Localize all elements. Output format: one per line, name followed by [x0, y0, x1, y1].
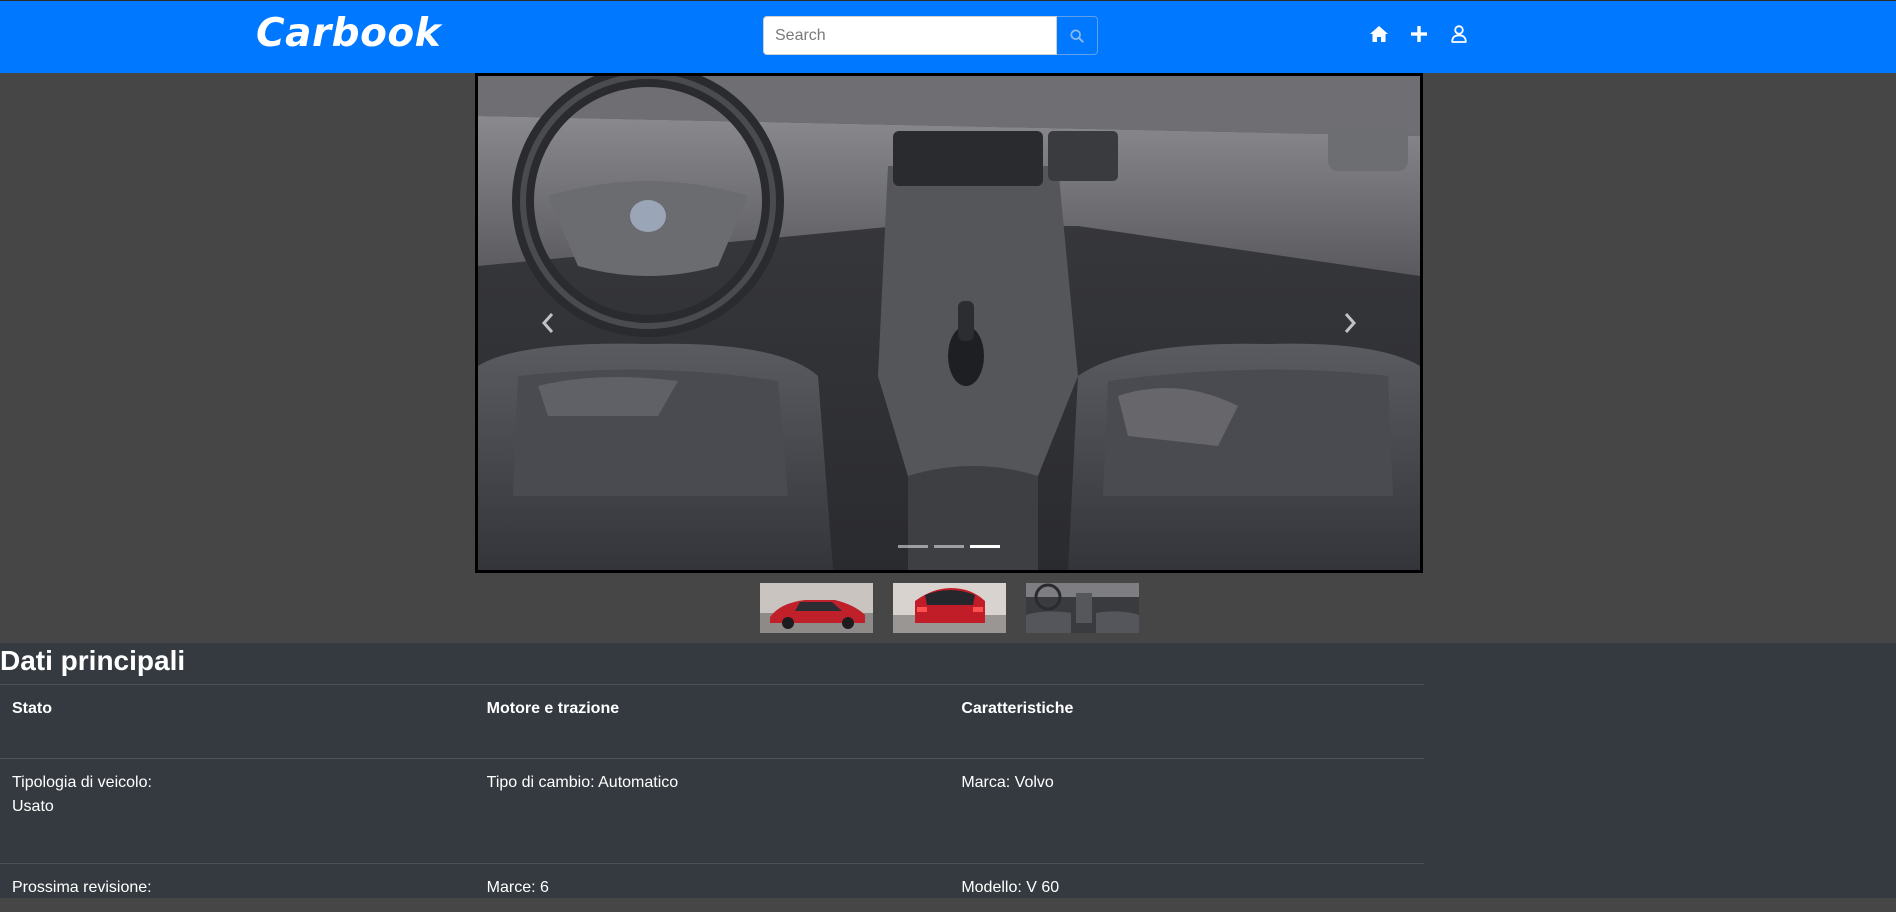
- table-row: Prossima revisione: Marce: 6 Modello: V …: [0, 864, 1424, 912]
- thumbnail-strip: [760, 583, 1139, 633]
- plus-icon: [1411, 26, 1427, 42]
- thumbnail-3[interactable]: [1026, 583, 1139, 633]
- cell-tipologia: Tipologia di veicolo: Usato: [0, 759, 475, 864]
- add-listing-button[interactable]: [1408, 23, 1430, 45]
- column-header-motore: Motore e trazione: [475, 685, 950, 759]
- cell-marca: Marca: Volvo: [949, 759, 1424, 864]
- thumbnail-1[interactable]: [760, 583, 873, 633]
- car-interior-photo: [478, 76, 1420, 570]
- brand-logo[interactable]: Carbook: [256, 11, 441, 56]
- image-carousel: [475, 73, 1423, 573]
- cell-revisione: Prossima revisione:: [0, 864, 475, 912]
- search-icon: [1070, 29, 1084, 43]
- table-header-row: Stato Motore e trazione Caratteristiche: [0, 685, 1424, 759]
- cell-modello: Modello: V 60: [949, 864, 1424, 912]
- column-header-caratteristiche: Caratteristiche: [949, 685, 1424, 759]
- carousel-indicator-3[interactable]: [970, 545, 1000, 548]
- home-icon: [1369, 25, 1389, 43]
- carousel-indicator-1[interactable]: [898, 545, 928, 548]
- nav-icons: [1368, 23, 1470, 45]
- carousel-prev-button[interactable]: [478, 76, 618, 570]
- thumbnail-2[interactable]: [893, 583, 1006, 633]
- search-form: [763, 16, 1098, 55]
- search-input[interactable]: [763, 16, 1057, 55]
- specs-table: Stato Motore e trazione Caratteristiche …: [0, 684, 1424, 912]
- chevron-left-icon: [541, 312, 555, 334]
- column-header-stato: Stato: [0, 685, 475, 759]
- top-navbar: Carbook: [0, 0, 1896, 73]
- red-car-front-thumbnail: [760, 583, 873, 633]
- user-profile-button[interactable]: [1448, 23, 1470, 45]
- cell-marce: Marce: 6: [475, 864, 950, 912]
- red-car-rear-thumbnail: [893, 583, 1006, 633]
- section-title: Dati principali: [0, 645, 185, 677]
- carousel-indicators: [478, 545, 1420, 548]
- chevron-right-icon: [1343, 312, 1357, 334]
- carousel-next-button[interactable]: [1280, 76, 1420, 570]
- home-button[interactable]: [1368, 23, 1390, 45]
- search-button[interactable]: [1057, 16, 1098, 55]
- carousel-indicator-2[interactable]: [934, 545, 964, 548]
- main-details-section: Dati principali Stato Motore e trazione …: [0, 643, 1896, 898]
- cell-cambio: Tipo di cambio: Automatico: [475, 759, 950, 864]
- table-row: Tipologia di veicolo: Usato Tipo di camb…: [0, 759, 1424, 864]
- car-interior-thumbnail: [1026, 583, 1139, 633]
- user-icon: [1451, 25, 1467, 43]
